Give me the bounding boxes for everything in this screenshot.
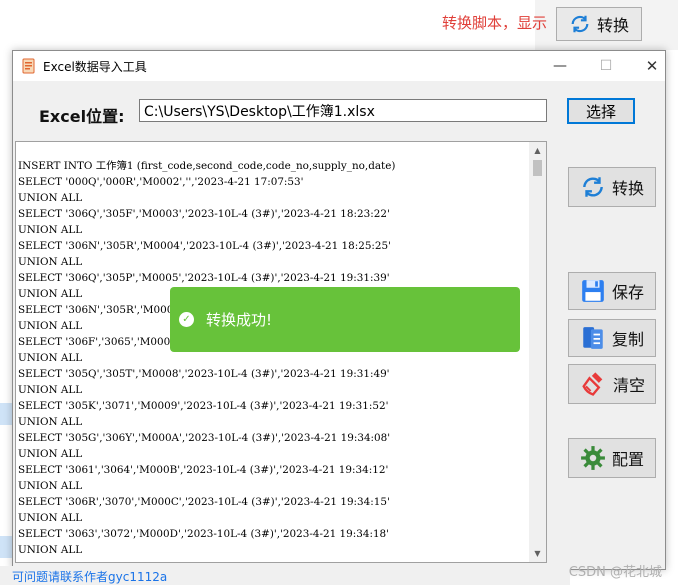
background-convert-button[interactable]: 转换 bbox=[556, 7, 642, 41]
floppy-icon bbox=[582, 280, 604, 302]
gear-icon bbox=[581, 446, 605, 470]
app-icon bbox=[22, 58, 35, 74]
maximize-button[interactable]: ☐ bbox=[583, 51, 629, 81]
sql-line: UNION ALL bbox=[18, 224, 83, 236]
save-button[interactable]: 保存 bbox=[568, 272, 656, 310]
sql-line: UNION ALL bbox=[18, 512, 83, 524]
sql-line: INSERT INTO 工作簿1 (first_code,second_code… bbox=[18, 160, 396, 172]
sql-line: SELECT '306Q','305F','M0003','2023-10L-4… bbox=[18, 208, 390, 220]
sql-line: SELECT '000Q','000R','M0002','','2023-4-… bbox=[18, 176, 304, 188]
background-side-mark bbox=[0, 403, 12, 425]
copy-button[interactable]: 复制 bbox=[568, 319, 656, 357]
scroll-thumb[interactable] bbox=[533, 160, 542, 176]
copy-label: 复制 bbox=[611, 330, 644, 349]
convert-button[interactable]: 转换 bbox=[568, 167, 656, 207]
document-icon bbox=[583, 327, 603, 349]
background-convert-label: 转换 bbox=[596, 16, 629, 35]
excel-path-input[interactable]: C:\Users\YS\Desktop\工作簿1.xlsx bbox=[139, 99, 547, 122]
sql-line: UNION ALL bbox=[18, 352, 83, 364]
config-button[interactable]: 配置 bbox=[568, 438, 656, 478]
path-label: Excel位置: bbox=[39, 107, 125, 126]
path-row: Excel位置: C:\Users\YS\Desktop\工作簿1.xlsx 选… bbox=[13, 82, 665, 138]
window-title: Excel数据导入工具 bbox=[43, 59, 147, 74]
broom-icon bbox=[582, 372, 603, 396]
sql-line: SELECT '305G','306Y','M000A','2023-10L-4… bbox=[18, 432, 391, 444]
clear-button[interactable]: 清空 bbox=[568, 364, 656, 404]
clear-label: 清空 bbox=[612, 376, 645, 395]
sql-line: SELECT '305K','3071','M0009','2023-10L-4… bbox=[18, 400, 389, 412]
vertical-scrollbar[interactable]: ▲ ▼ bbox=[529, 142, 546, 562]
sql-line: UNION ALL bbox=[18, 480, 83, 492]
check-circle-icon: ✓ bbox=[179, 312, 194, 327]
scroll-down-icon[interactable]: ▼ bbox=[529, 545, 546, 562]
sql-line: UNION ALL bbox=[18, 192, 83, 204]
success-toast: ✓ 转换成功! bbox=[170, 287, 520, 352]
refresh-icon bbox=[583, 177, 603, 197]
watermark: CSDN @花北城 bbox=[568, 565, 662, 580]
minimize-button[interactable]: — bbox=[537, 51, 583, 81]
sql-line: SELECT '306N','305R','M0004','2023-10L-4… bbox=[18, 240, 392, 252]
sql-line: SELECT '306Q','305P','M0005','2023-10L-4… bbox=[18, 272, 390, 284]
scroll-up-icon[interactable]: ▲ bbox=[529, 142, 546, 159]
sql-line: SELECT '3063','3072','M000D','2023-10L-4… bbox=[18, 528, 390, 540]
refresh-icon bbox=[571, 15, 589, 33]
close-button[interactable]: ✕ bbox=[629, 51, 675, 81]
sql-line: UNION ALL bbox=[18, 256, 83, 268]
sql-line: UNION ALL bbox=[18, 416, 83, 428]
sql-line: UNION ALL bbox=[18, 384, 83, 396]
sql-line: UNION ALL bbox=[18, 448, 83, 460]
title-bar: Excel数据导入工具 — ☐ ✕ bbox=[13, 51, 665, 81]
sql-line: SELECT '305Q','305T','M0008','2023-10L-4… bbox=[18, 368, 390, 380]
sql-line: SELECT '306R','3070','M000C','2023-10L-4… bbox=[18, 496, 390, 508]
sql-output-textarea[interactable]: INSERT INTO 工作簿1 (first_code,second_code… bbox=[15, 141, 547, 563]
background-caption: 转换脚本，显示 bbox=[442, 14, 548, 32]
sql-line: SELECT '3061','3064','M000B','2023-10L-4… bbox=[18, 464, 389, 476]
toast-message: 转换成功! bbox=[206, 311, 273, 329]
sql-lines: INSERT INTO 工作簿1 (first_code,second_code… bbox=[18, 158, 528, 558]
convert-label: 转换 bbox=[611, 179, 644, 198]
sql-line: UNION ALL bbox=[18, 544, 83, 556]
author-contact-link[interactable]: 可问题请联系作者gyc1112a bbox=[12, 568, 167, 585]
save-label: 保存 bbox=[611, 283, 644, 302]
browse-button[interactable]: 选择 bbox=[567, 98, 635, 124]
background-side-mark bbox=[0, 536, 12, 558]
config-label: 配置 bbox=[611, 450, 644, 469]
